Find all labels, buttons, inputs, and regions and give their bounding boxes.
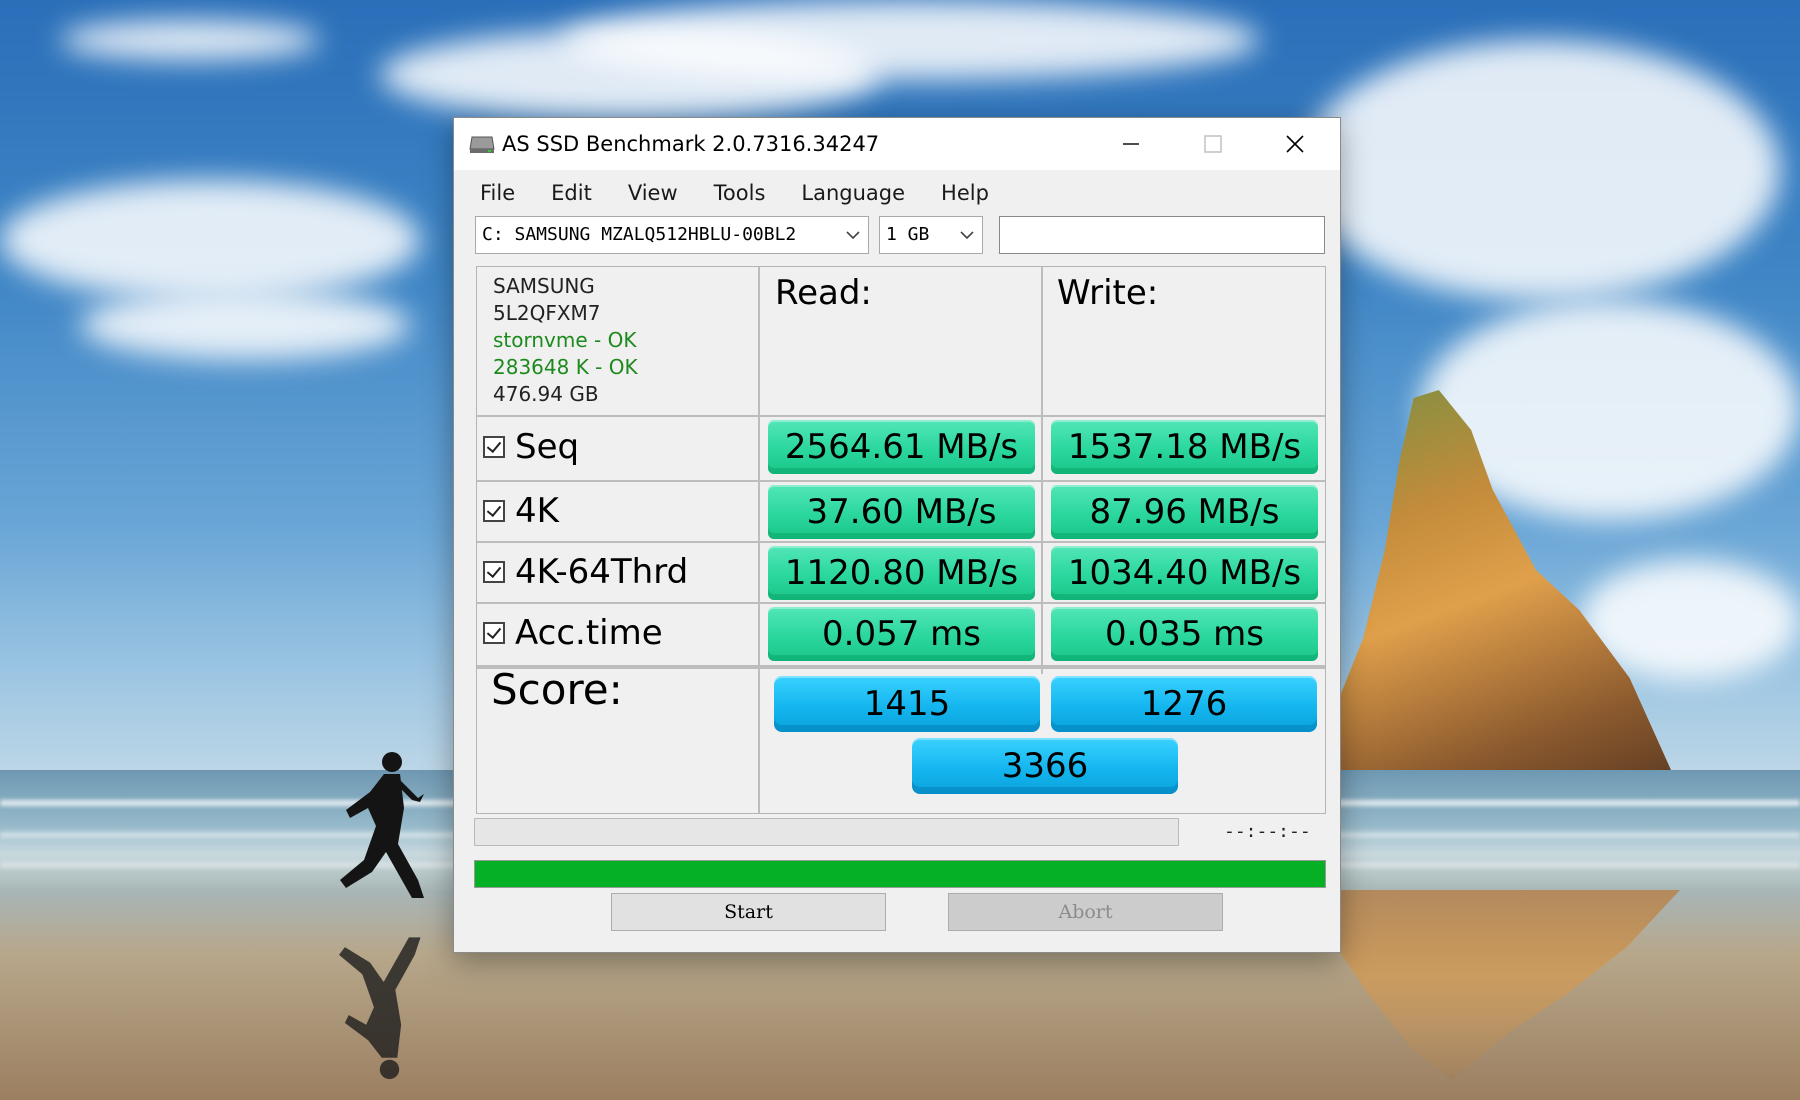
menu-tools[interactable]: Tools — [714, 181, 766, 205]
acc-time-label: Acc.time — [515, 613, 663, 653]
cloud — [1300, 40, 1780, 300]
drive-select-value: C: SAMSUNG MZALQ512HBLU-00BL2 — [482, 224, 797, 245]
divider — [1041, 267, 1043, 674]
acc-time-read-value: 0.057 ms — [768, 607, 1035, 661]
device-vendor: SAMSUNG — [493, 274, 595, 298]
score-label: Score: — [491, 665, 623, 714]
close-button[interactable] — [1254, 118, 1336, 170]
overall-progress-bar — [474, 860, 1326, 888]
divider — [477, 415, 1325, 417]
close-icon — [1286, 135, 1304, 153]
abort-button[interactable]: Abort — [948, 893, 1223, 931]
blank-field[interactable] — [999, 216, 1325, 254]
cloud — [60, 20, 320, 60]
menu-view[interactable]: View — [628, 181, 678, 205]
read-score: 1415 — [774, 676, 1040, 732]
title-bar[interactable]: AS SSD Benchmark 2.0.7316.34247 — [454, 118, 1340, 170]
drive-app-icon — [468, 133, 496, 155]
minimize-icon — [1123, 143, 1139, 145]
divider — [477, 480, 1325, 482]
runner-silhouette — [340, 752, 424, 898]
4k-checkbox[interactable] — [483, 500, 505, 522]
seq-label: Seq — [515, 427, 580, 467]
drive-select[interactable]: C: SAMSUNG MZALQ512HBLU-00BL2 — [475, 216, 869, 254]
write-score: 1276 — [1051, 676, 1317, 732]
menu-edit[interactable]: Edit — [551, 181, 592, 205]
4k-write-value: 87.96 MB/s — [1051, 485, 1318, 539]
overall-progress-fill — [475, 861, 1325, 887]
4k-64thrd-label: 4K-64Thrd — [515, 552, 689, 592]
test-size-select[interactable]: 1 GB — [879, 216, 983, 254]
4k-64thrd-read-value: 1120.80 MB/s — [768, 546, 1035, 600]
as-ssd-window: AS SSD Benchmark 2.0.7316.34247 File Edi… — [453, 117, 1341, 953]
menu-help[interactable]: Help — [941, 181, 989, 205]
4k-read-value: 37.60 MB/s — [768, 485, 1035, 539]
device-capacity: 476.94 GB — [493, 382, 599, 406]
cloud — [80, 290, 410, 360]
device-info: SAMSUNG 5L2QFXM7 stornvme - OK 283648 K … — [493, 273, 638, 408]
menu-language[interactable]: Language — [801, 181, 905, 205]
device-firmware: 5L2QFXM7 — [493, 301, 601, 325]
driver-status: stornvme - OK — [493, 328, 637, 352]
total-score: 3366 — [912, 738, 1178, 794]
divider — [477, 602, 1325, 604]
divider — [758, 267, 760, 813]
current-test-progress — [474, 818, 1179, 846]
start-button[interactable]: Start — [611, 893, 886, 931]
row-label-seq[interactable]: Seq — [483, 419, 579, 475]
row-label-4k[interactable]: 4K — [483, 483, 559, 539]
4k-label: 4K — [515, 491, 559, 531]
seq-read-value: 2564.61 MB/s — [768, 420, 1035, 474]
menu-bar: File Edit View Tools Language Help — [454, 170, 1340, 216]
results-grid: SAMSUNG 5L2QFXM7 stornvme - OK 283648 K … — [476, 266, 1326, 814]
window-title: AS SSD Benchmark 2.0.7316.34247 — [502, 132, 880, 156]
row-label-acc-time[interactable]: Acc.time — [483, 605, 663, 661]
4k-64thrd-checkbox[interactable] — [483, 561, 505, 583]
maximize-button[interactable] — [1172, 118, 1254, 170]
chevron-down-icon — [960, 231, 974, 240]
row-label-4k-64thrd[interactable]: 4K-64Thrd — [483, 544, 688, 600]
cloud — [560, 0, 1260, 80]
seq-write-value: 1537.18 MB/s — [1051, 420, 1318, 474]
read-column-header: Read: — [775, 273, 872, 313]
4k-64thrd-write-value: 1034.40 MB/s — [1051, 546, 1318, 600]
acc-time-checkbox[interactable] — [483, 622, 505, 644]
cloud — [0, 180, 420, 300]
elapsed-time: --:--:-- — [1224, 821, 1311, 842]
maximize-icon — [1204, 135, 1222, 153]
alignment-status: 283648 K - OK — [493, 355, 638, 379]
minimize-button[interactable] — [1090, 118, 1172, 170]
write-column-header: Write: — [1057, 273, 1159, 313]
divider — [477, 541, 1325, 543]
acc-time-write-value: 0.035 ms — [1051, 607, 1318, 661]
menu-file[interactable]: File — [480, 181, 515, 205]
toolbar: C: SAMSUNG MZALQ512HBLU-00BL2 1 GB — [454, 216, 1340, 264]
seq-checkbox[interactable] — [483, 436, 505, 458]
chevron-down-icon — [846, 231, 860, 240]
runner-reflection — [339, 937, 421, 1080]
